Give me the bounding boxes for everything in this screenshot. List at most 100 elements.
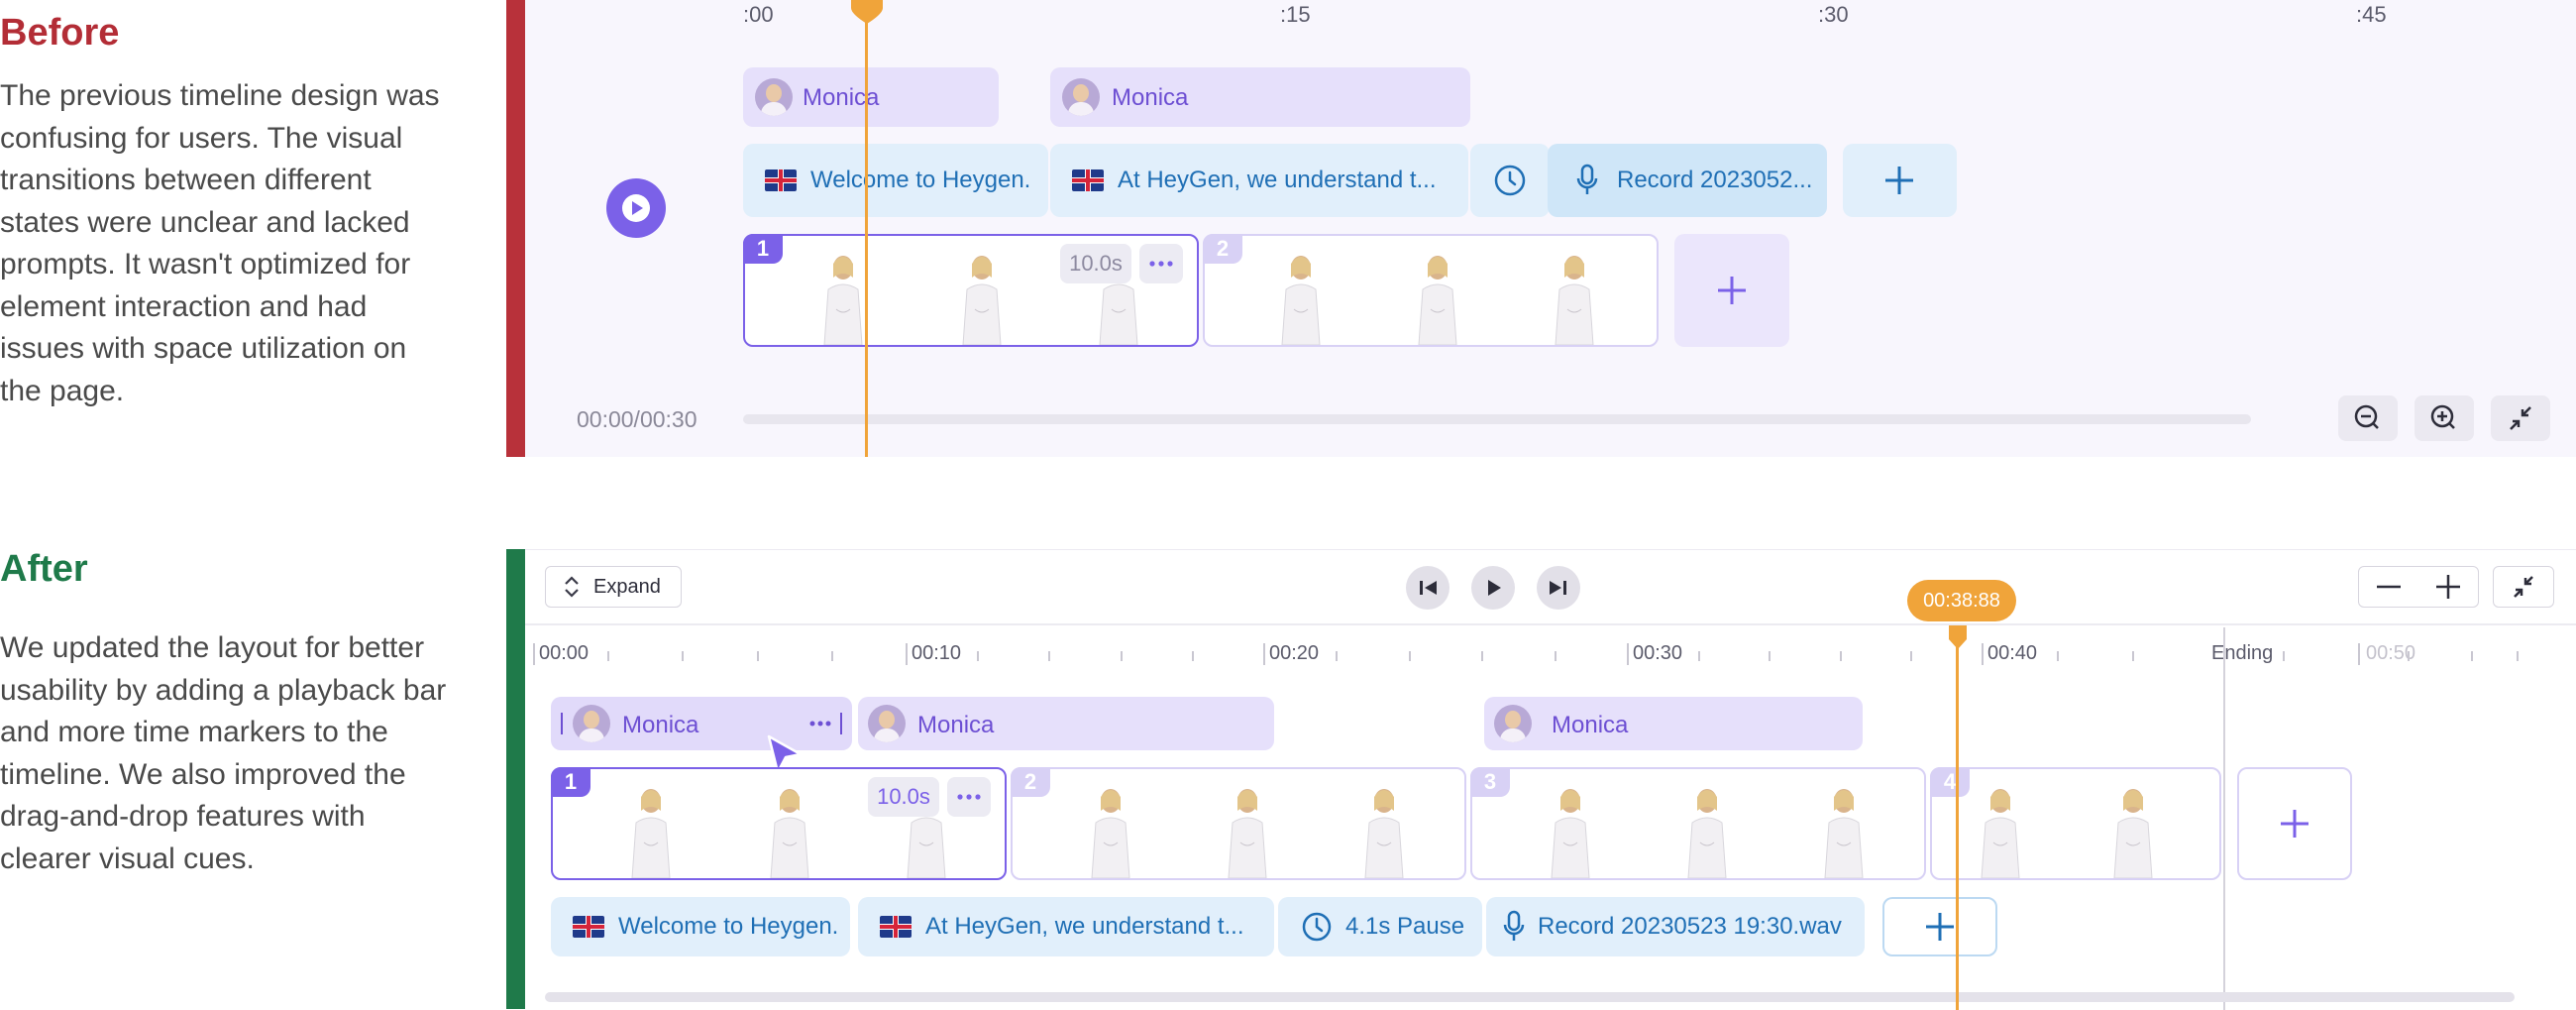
playhead-line (1956, 629, 1959, 1010)
avatar-clip[interactable]: Monica (858, 697, 1274, 750)
scene-card[interactable]: 2 (1203, 234, 1659, 347)
script-clip-text: At HeyGen, we understand t... (925, 913, 1244, 940)
script-clip[interactable]: Welcome to Heygen. (743, 144, 1048, 217)
ruler-minor-tick (1555, 651, 1556, 661)
ruler-minor-tick (1409, 651, 1411, 661)
scene-card[interactable]: 1 10.0s (743, 234, 1199, 347)
more-icon (1149, 261, 1173, 267)
scene-duration: 10.0s (868, 777, 939, 817)
ruler-minor-tick (977, 651, 979, 661)
mic-icon (1503, 910, 1525, 941)
after-accent-bar (506, 549, 525, 1009)
script-clip-text: Record 20230523 19:30.wav (1538, 913, 1842, 940)
avatar-thumbnail (1555, 256, 1594, 345)
ruler-minor-tick (1048, 651, 1050, 661)
before-accent-bar (506, 0, 525, 457)
more-button[interactable] (947, 777, 991, 817)
expand-arrows-icon (565, 576, 579, 598)
skip-forward-button[interactable] (1537, 566, 1580, 610)
scene-card[interactable]: 4 (1930, 767, 2221, 880)
avatar (1494, 705, 1532, 742)
playhead-handle[interactable] (849, 0, 885, 26)
pause-clip[interactable]: 4.1s Pause (1278, 897, 1482, 956)
avatar-clip-selected[interactable]: Monica (551, 697, 852, 750)
uk-flag-icon (573, 916, 604, 938)
zoom-in-button[interactable] (2418, 567, 2478, 607)
avatar-thumbnail (1824, 789, 1864, 878)
avatar-clip-label: Monica (622, 712, 699, 738)
pause-clip[interactable] (1470, 144, 1550, 217)
ruler-major-tick (2358, 643, 2360, 665)
uk-flag-icon (765, 169, 797, 191)
resize-handle-left[interactable] (561, 713, 563, 734)
audio-clip[interactable]: Record 2023052... (1548, 144, 1827, 217)
mic-icon (1576, 164, 1598, 194)
collapse-button[interactable] (2493, 566, 2554, 608)
playhead-handle[interactable] (1947, 625, 1969, 651)
ruler-minor-tick (1481, 651, 1483, 661)
after-timeline-panel: Expand 00:00 00:10 00:20 00:30 00:40 End… (525, 549, 2576, 1010)
audio-clip[interactable]: Record 20230523 19:30.wav (1486, 897, 1865, 956)
add-scene-button[interactable] (1674, 234, 1789, 347)
avatar-thumbnail (1364, 789, 1404, 878)
avatar (1062, 78, 1100, 116)
play-button[interactable] (1471, 566, 1515, 610)
resize-handle-right[interactable] (840, 713, 842, 734)
ruler-label: 00:40 (1987, 642, 2038, 664)
ruler-major-tick (1982, 643, 1984, 665)
expand-button[interactable]: Expand (545, 566, 682, 608)
script-clip[interactable]: Welcome to Heygen. (551, 897, 850, 956)
avatar-thumbnail (1981, 789, 2020, 878)
uk-flag-icon (1072, 169, 1104, 191)
ruler-minor-tick (1192, 651, 1194, 661)
scrollbar[interactable] (743, 414, 2251, 424)
after-heading: After (0, 548, 88, 590)
avatar-thumbnail (1418, 256, 1457, 345)
ruler-major-tick (1627, 643, 1629, 665)
add-script-button[interactable] (1843, 144, 1957, 217)
clock-icon (1302, 912, 1332, 942)
scene-card[interactable]: 3 (1470, 767, 1926, 880)
avatar-clip[interactable]: Monica (1050, 67, 1470, 127)
zoom-out-button[interactable] (2338, 395, 2398, 441)
scene-number: 2 (1011, 767, 1050, 797)
script-clip-text: Welcome to Heygen. (810, 167, 1031, 193)
scene-number: 1 (743, 234, 783, 264)
plus-icon (1885, 167, 1913, 194)
scene-card[interactable]: 2 (1011, 767, 1466, 880)
scene-duration: 10.0s (1060, 244, 1131, 283)
play-icon (1488, 580, 1501, 596)
more-icon[interactable] (806, 714, 836, 733)
avatar-clip[interactable]: Monica (743, 67, 999, 127)
ruler-label: Ending (2211, 642, 2274, 664)
ruler-minor-tick (2408, 651, 2410, 661)
avatar-thumbnail (962, 256, 1002, 345)
zoom-in-button[interactable] (2415, 395, 2474, 441)
zoom-out-button[interactable] (2359, 567, 2418, 607)
ruler-label: 00:30 (1633, 642, 1683, 664)
avatar-thumbnail (1551, 789, 1590, 878)
zoom-in-icon (2430, 404, 2455, 429)
play-button[interactable] (606, 178, 666, 238)
avatar-thumbnail (823, 256, 863, 345)
collapse-button[interactable] (2491, 395, 2550, 441)
scene-card[interactable]: 1 10.0s (551, 767, 1007, 880)
avatar-thumbnail (1687, 789, 1727, 878)
add-scene-button[interactable] (2237, 767, 2352, 880)
avatar-thumbnail (1091, 789, 1130, 878)
script-clip[interactable]: At HeyGen, we understand t... (858, 897, 1274, 956)
script-clip[interactable]: At HeyGen, we understand t... (1050, 144, 1468, 217)
scrollbar[interactable] (545, 992, 2515, 1002)
avatar-thumbnail (2113, 789, 2153, 878)
skip-forward-icon (1550, 581, 1566, 595)
add-script-button[interactable] (1882, 897, 1997, 956)
ending-marker-line (2223, 627, 2225, 1010)
more-button[interactable] (1139, 244, 1183, 283)
scene-number: 4 (1930, 767, 1970, 797)
ruler-minor-tick (1910, 651, 1912, 661)
zoom-in-icon (2436, 575, 2460, 599)
ruler-minor-tick (831, 651, 833, 661)
avatar-clip[interactable]: Monica (1484, 697, 1863, 750)
skip-back-button[interactable] (1406, 566, 1449, 610)
script-clip-text: At HeyGen, we understand t... (1118, 167, 1437, 193)
